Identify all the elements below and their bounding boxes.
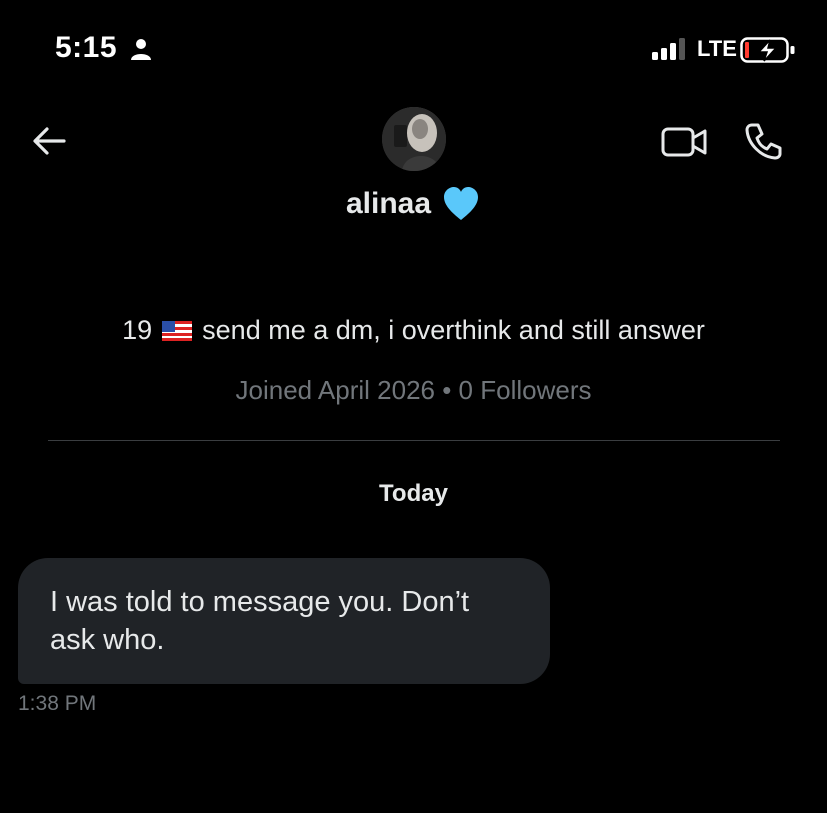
profile-name-row: alinaa [0, 184, 827, 224]
avatar-photo [382, 107, 446, 171]
profile-bio: 19 send me a dm, i overthink and still a… [0, 315, 827, 346]
bio-age: 19 [122, 315, 153, 345]
divider [48, 440, 780, 441]
battery-charging-icon [740, 37, 795, 63]
bio-text: send me a dm, i overthink and still answ… [202, 315, 705, 345]
arrow-left-icon[interactable] [30, 122, 68, 160]
message-timestamp: 1:38 PM [18, 692, 97, 715]
message-bubble[interactable]: I was told to message you. Don’t ask who… [18, 558, 550, 684]
us-flag-icon [162, 320, 193, 341]
phone-call-icon[interactable] [744, 121, 784, 161]
avatar[interactable] [382, 107, 446, 171]
status-time: 5:15 [55, 31, 118, 64]
person-icon [131, 39, 151, 60]
blue-heart-icon [444, 187, 479, 220]
profile-name: alinaa [345, 187, 432, 220]
date-separator: Today [379, 480, 448, 507]
profile-meta: Joined April 2026 • 0 Followers [235, 375, 592, 405]
video-call-icon[interactable] [660, 124, 708, 160]
network-type: LTE [697, 36, 737, 61]
signal-icon [652, 38, 685, 60]
